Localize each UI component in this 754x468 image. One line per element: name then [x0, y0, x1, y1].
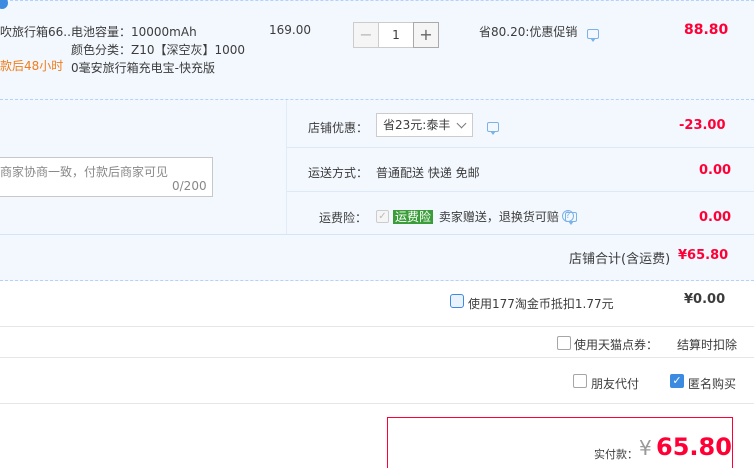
shop-discount-selected: 省23元:泰丰 — [383, 118, 451, 132]
item-delivery-note: 款后48小时 — [0, 59, 64, 73]
coin-deduct-label: 使用177淘金币抵扣1.77元 — [468, 297, 614, 311]
item-spec-desc: 0毫安旅行箱充电宝-快充版 — [71, 61, 215, 75]
insurance-text: 卖家赠送，退换货可赔 — [438, 210, 559, 224]
anonymous-purchase-label: 匿名购买 — [688, 377, 737, 391]
shop-discount-amount: -23.00 — [679, 118, 726, 133]
promotion-text: 省80.20:优惠促销 — [479, 25, 578, 39]
tmall-points-value: 结算时扣除 — [677, 338, 738, 352]
chevron-down-icon — [456, 118, 467, 129]
item-spec-capacity: 电池容量：10000mAh — [71, 25, 197, 39]
discount-chat-icon[interactable] — [487, 122, 499, 135]
shipping-amount: 0.00 — [699, 163, 732, 178]
insurance-badge: 运费险 — [393, 210, 434, 224]
quantity-stepper: − + — [353, 22, 439, 48]
item-title-link[interactable]: 吹旅行箱66... — [0, 23, 75, 40]
insurance-label: 运费险： — [319, 211, 368, 225]
shop-total-value: ¥65.80 — [678, 248, 729, 263]
row-divider — [0, 403, 754, 404]
quantity-increase-button[interactable]: + — [413, 22, 439, 48]
tmall-points-label: 使用天猫点券： — [574, 338, 659, 352]
payment-currency: ¥ — [639, 436, 652, 460]
tmall-points-checkbox[interactable] — [557, 336, 571, 350]
insurance-info: 运费险 卖家赠送，退换货可赔 — [393, 208, 559, 225]
shop-total-label: 店铺合计(含运费) — [569, 252, 671, 267]
section-divider — [286, 100, 287, 234]
shop-discount-label: 店铺优惠： — [308, 121, 369, 135]
payment-amount: 65.80 — [656, 433, 732, 461]
shop-discount-select[interactable]: 省23元:泰丰 — [376, 113, 473, 137]
item-spec-color: 颜色分类：Z10【深空灰】1000 — [71, 43, 246, 57]
item-unit-price: 169.00 — [269, 23, 311, 37]
shipping-value: 普通配送 快递 免邮 — [376, 166, 480, 180]
coin-deduct-amount: ¥0.00 — [684, 292, 726, 307]
item-select-indicator-icon — [0, 0, 8, 9]
promotion-chat-icon[interactable] — [587, 29, 600, 42]
insurance-checkbox: ✓ — [376, 210, 389, 223]
item-promotion: 省80.20:优惠促销 — [479, 23, 600, 42]
coin-deduct-checkbox[interactable] — [450, 294, 464, 308]
payment-label: 实付款： — [594, 448, 638, 461]
insurance-amount: 0.00 — [699, 210, 732, 225]
message-char-counter: 0/200 — [172, 179, 207, 193]
item-subtotal: 88.80 — [684, 22, 729, 38]
shipping-label: 运送方式： — [308, 166, 369, 180]
friend-pay-label: 朋友代付 — [591, 377, 640, 391]
row-divider — [287, 191, 754, 192]
row-divider — [0, 357, 754, 358]
quantity-input[interactable] — [379, 22, 413, 48]
row-divider — [0, 234, 754, 235]
row-divider — [287, 147, 754, 148]
row-divider — [0, 326, 754, 327]
friend-pay-checkbox[interactable] — [573, 374, 587, 388]
anonymous-purchase-checkbox[interactable]: ✓ — [670, 374, 684, 388]
help-icon[interactable]: ? — [562, 210, 574, 222]
quantity-decrease-button[interactable]: − — [353, 22, 379, 48]
message-placeholder: 商家协商一致，付款后商家可见 — [0, 165, 169, 179]
